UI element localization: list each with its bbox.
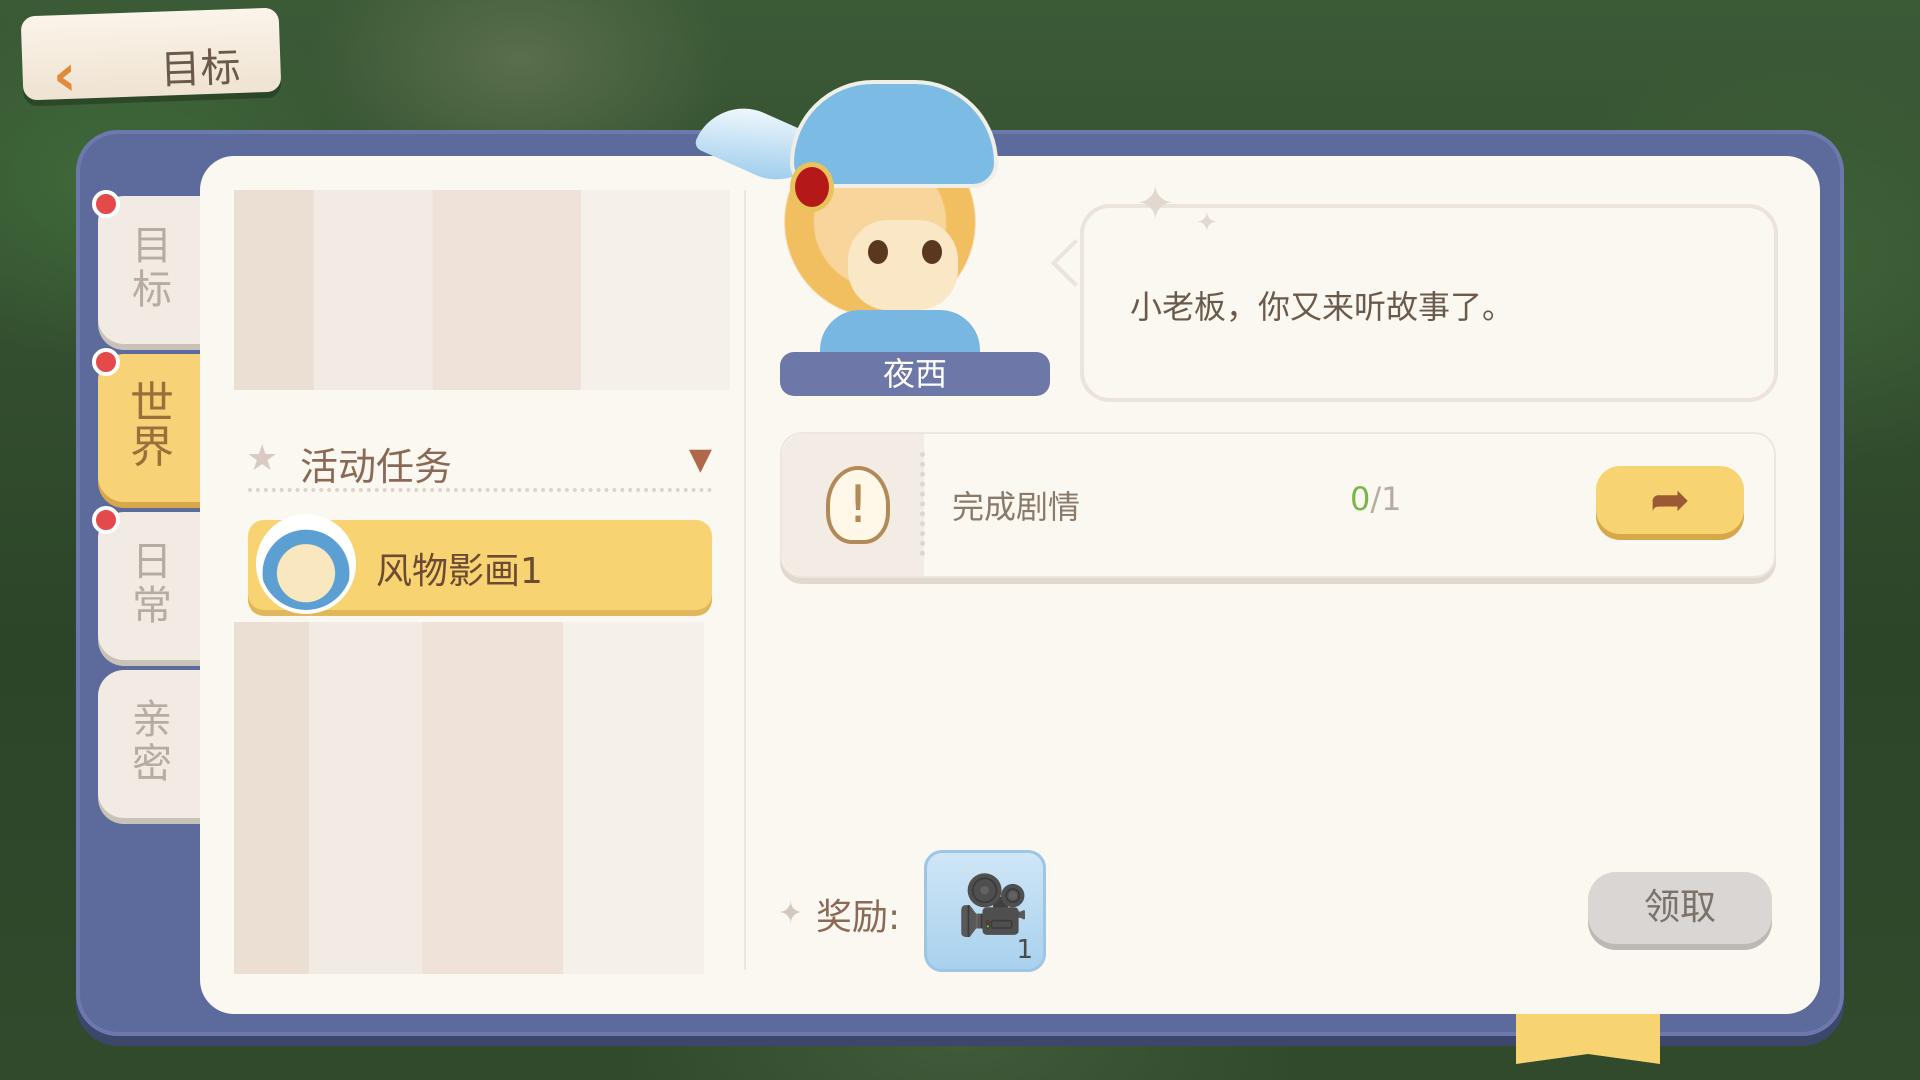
reward-item-slot[interactable]: 🎥 1 (924, 850, 1046, 972)
blurred-quest-list-bottom (234, 622, 704, 974)
notification-dot (92, 348, 120, 376)
npc-eyes (860, 240, 950, 264)
collapse-toggle-icon[interactable]: ▼ (689, 442, 712, 477)
tab-world[interactable]: 世界 (92, 348, 208, 502)
notification-dot (92, 506, 120, 534)
notification-dot (92, 190, 120, 218)
tab-daily[interactable]: 日常 (92, 506, 208, 660)
back-arrow-icon: ‹ (51, 40, 78, 110)
progress-done: 0 (1350, 480, 1371, 518)
npc-name-plate: 夜西 (780, 352, 1050, 396)
film-camera-icon: 🎥 (957, 871, 1030, 939)
reward-quantity: 1 (1016, 935, 1033, 965)
dotted-separator (920, 452, 931, 556)
npc-face (848, 220, 958, 310)
tab-label: 日常 (132, 539, 172, 629)
go-button[interactable]: ➦ (1596, 466, 1744, 534)
quest-name: 风物影画1 (376, 551, 543, 592)
npc-portrait (692, 70, 1020, 390)
tab-target[interactable]: 目标 (92, 190, 208, 344)
lightbulb-icon: ! (826, 466, 890, 544)
sparkle-icon: ✦ (1196, 208, 1218, 238)
tab-label: 目标 (132, 223, 172, 313)
progress-total: /1 (1370, 480, 1402, 518)
star-icon: ★ (246, 438, 279, 479)
go-arrow-icon: ➦ (1649, 472, 1691, 528)
sparkle-icon: ✦ (1136, 176, 1175, 230)
back-button[interactable]: ‹ 目标 (20, 7, 282, 109)
star-icon: ✦ (778, 896, 804, 931)
section-header[interactable]: ★ 活动任务 ▼ (246, 432, 712, 492)
npc-gem (790, 162, 834, 212)
quest-item-selected[interactable]: 风物影画1 (248, 514, 712, 614)
claim-button[interactable]: 领取 (1588, 872, 1772, 944)
tab-label: 世界 (130, 378, 174, 473)
task-label: 完成剧情 (952, 488, 1081, 526)
blurred-quest-list-top (234, 190, 730, 390)
dotted-divider (248, 488, 712, 492)
quest-avatar (256, 514, 356, 614)
tab-label: 亲密 (132, 697, 172, 787)
tab-intimacy[interactable]: 亲密 (98, 670, 208, 818)
page-title: 目标 (159, 44, 242, 94)
dialogue-text: 小老板，你又来听故事了。 (1130, 288, 1515, 326)
task-progress: 0/1 (1350, 480, 1402, 518)
section-title: 活动任务 (300, 445, 453, 489)
reward-label: 奖励: (816, 897, 901, 938)
